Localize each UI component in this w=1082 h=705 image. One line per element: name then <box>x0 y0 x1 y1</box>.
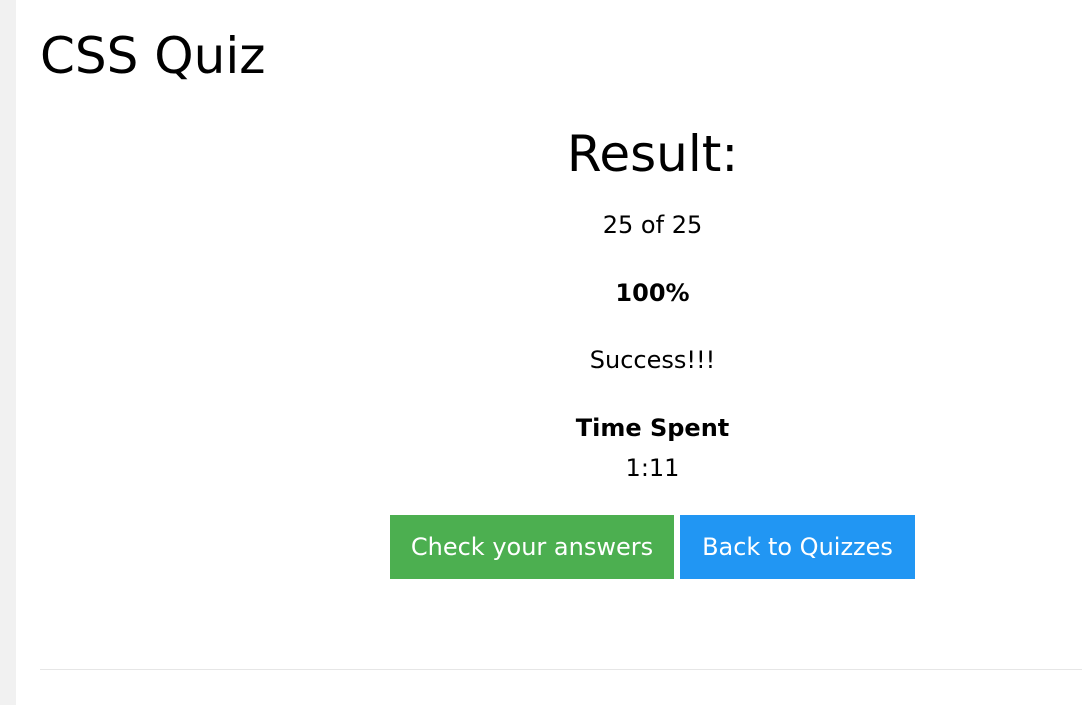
result-panel: Result: 25 of 25 100% Success!!! Time Sp… <box>390 118 915 579</box>
page-title: CSS Quiz <box>40 27 266 85</box>
score-percent: 100% <box>615 279 690 307</box>
result-heading: Result: <box>566 125 739 183</box>
time-spent-value: 1:11 <box>625 454 680 482</box>
score-count: 25 of 25 <box>602 211 703 239</box>
left-sidebar-rail <box>0 0 16 705</box>
back-to-quizzes-button[interactable]: Back to Quizzes <box>680 515 915 579</box>
horizontal-divider <box>40 669 1082 670</box>
time-spent-label: Time Spent <box>575 414 730 442</box>
result-actions: Check your answers Back to Quizzes <box>390 515 915 579</box>
result-verdict: Success!!! <box>589 346 716 374</box>
check-answers-button[interactable]: Check your answers <box>390 515 674 579</box>
quiz-result-page: CSS Quiz Result: 25 of 25 100% Success!!… <box>16 0 1082 705</box>
